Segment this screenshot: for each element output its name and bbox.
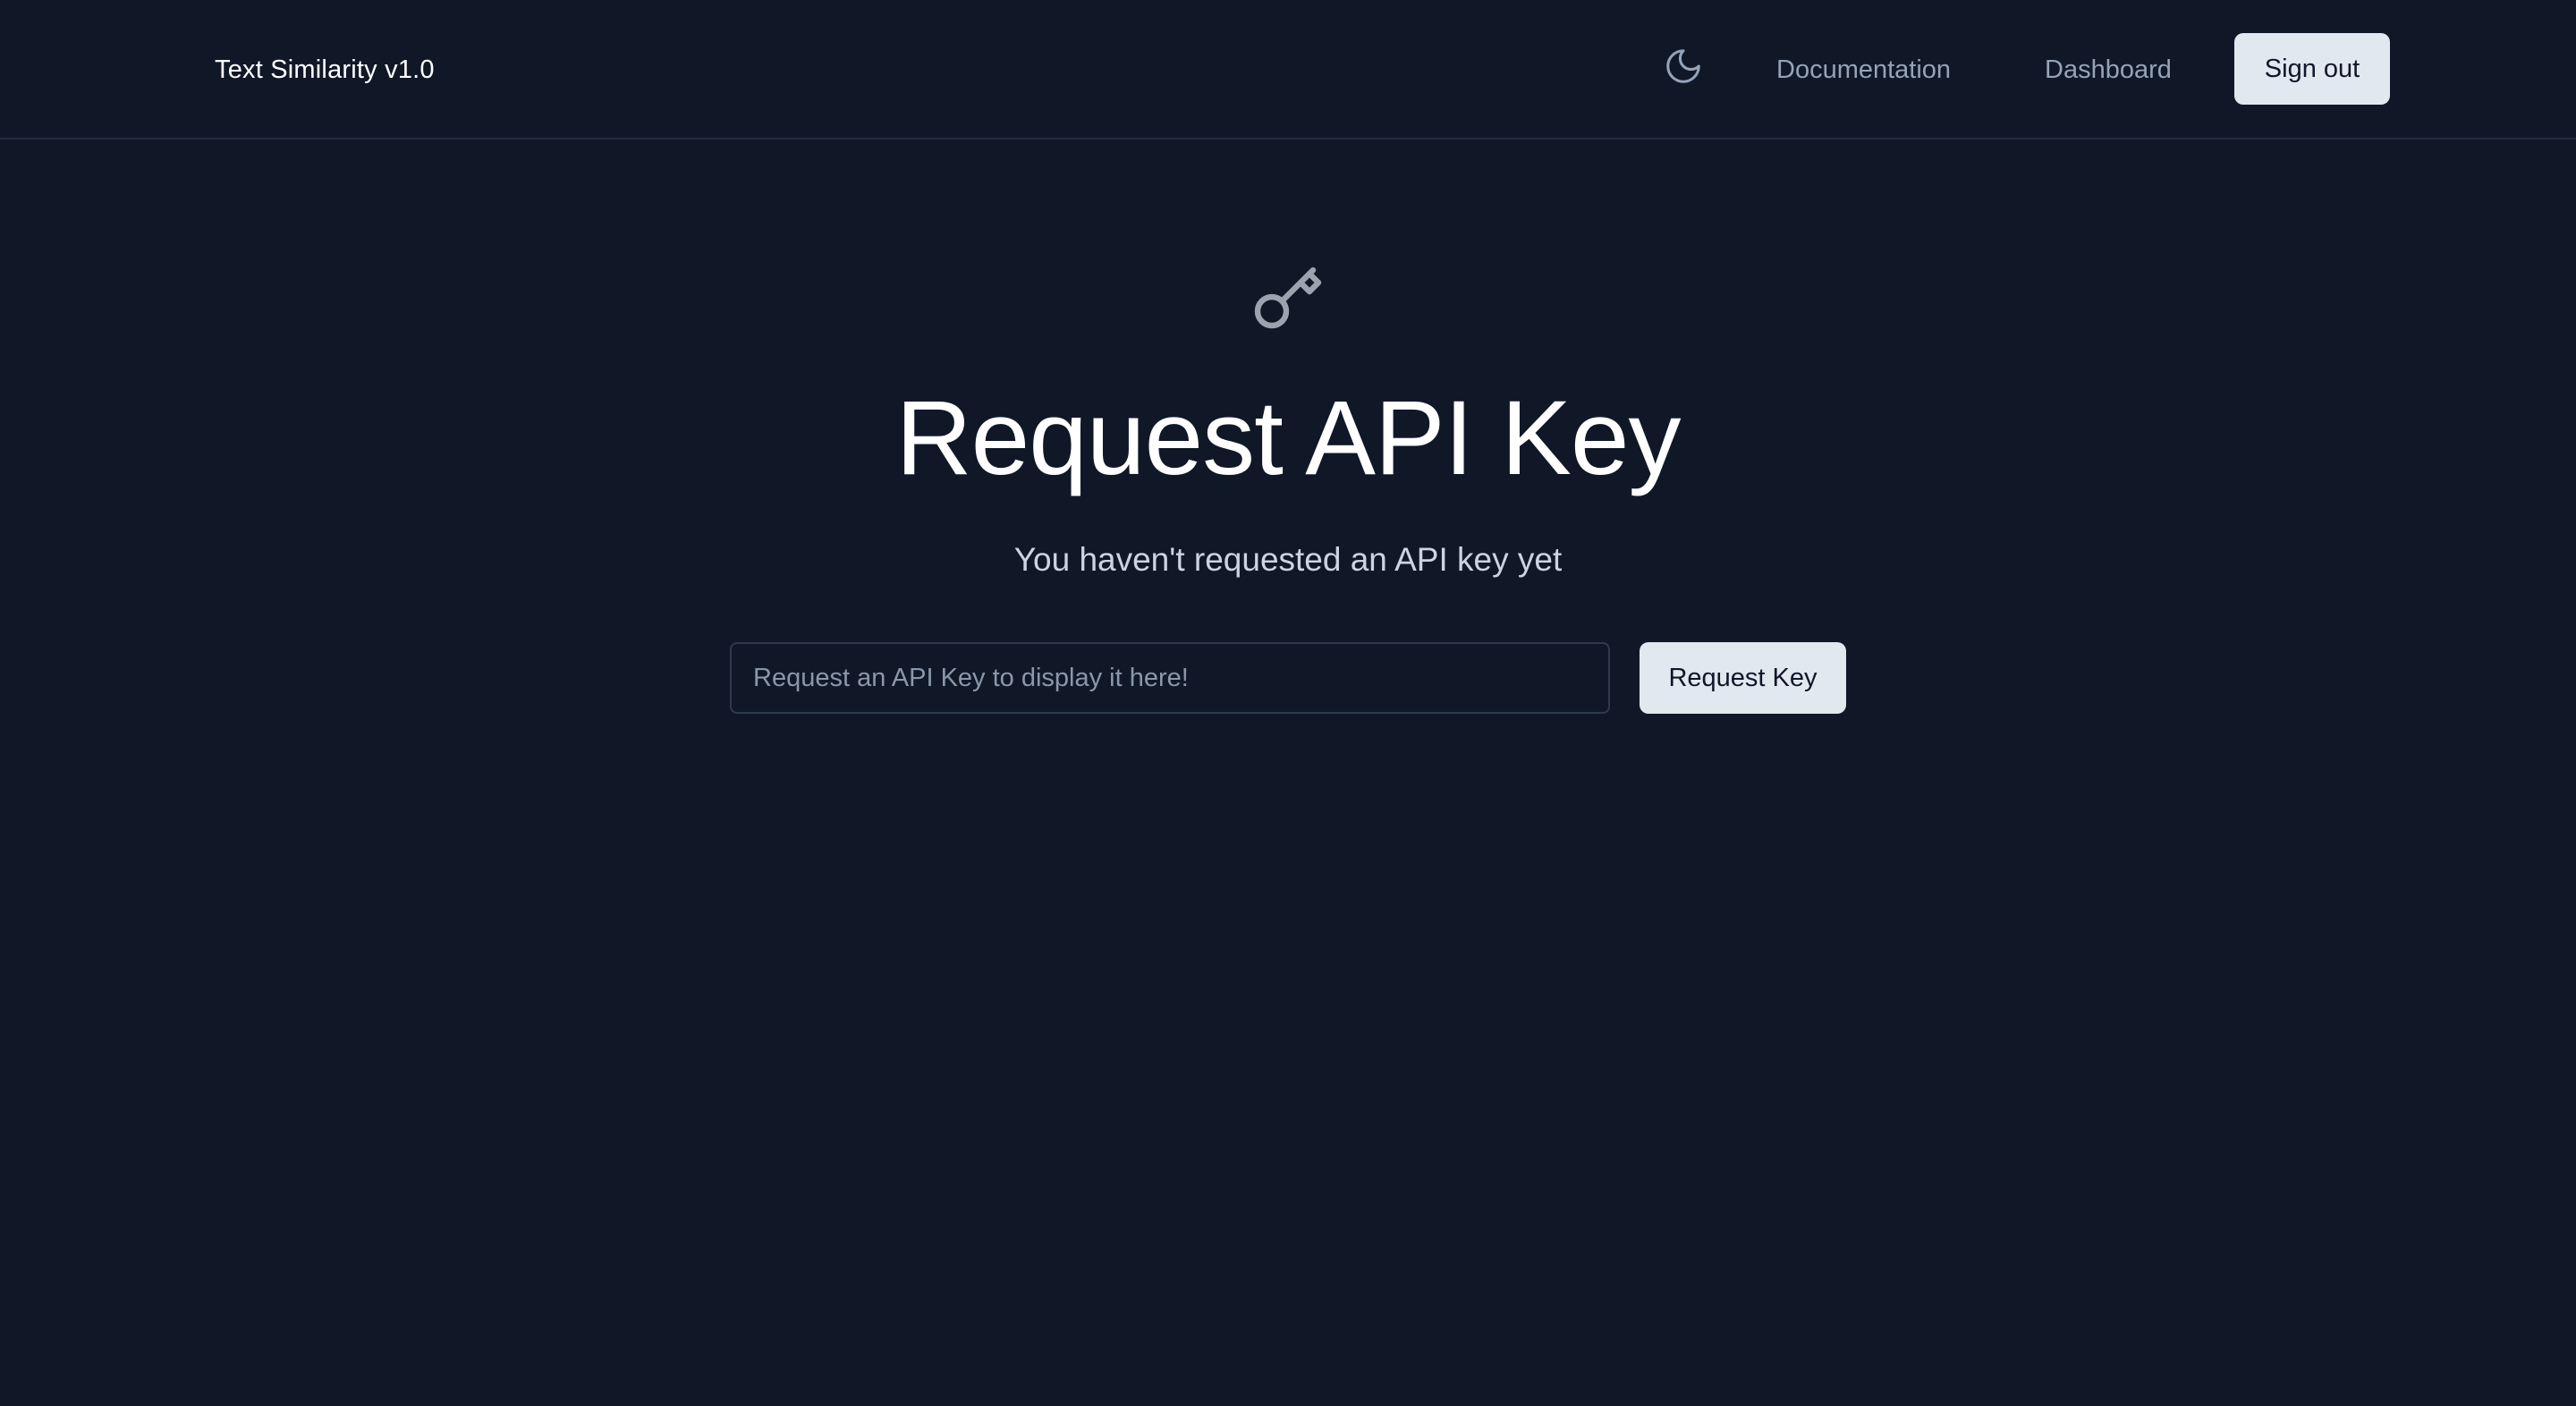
api-key-input[interactable]: [730, 642, 1610, 714]
request-key-button[interactable]: Request Key: [1640, 642, 1846, 714]
nav-dashboard-link[interactable]: Dashboard: [2045, 50, 2172, 89]
brand-link[interactable]: Text Similarity v1.0: [215, 50, 435, 89]
moon-icon: [1666, 49, 1700, 83]
page-subtitle: You haven't requested an API key yet: [1013, 541, 1563, 578]
top-navbar: Text Similarity v1.0 Documentation Dashb…: [0, 0, 2576, 140]
nav-documentation-link[interactable]: Documentation: [1776, 50, 1951, 89]
page-title: Request API Key: [895, 379, 1681, 497]
theme-toggle-button[interactable]: [1660, 43, 1707, 89]
page: Text Similarity v1.0 Documentation Dashb…: [0, 0, 2576, 1406]
sign-out-button[interactable]: Sign out: [2234, 33, 2390, 105]
key-icon: [1254, 267, 1322, 329]
